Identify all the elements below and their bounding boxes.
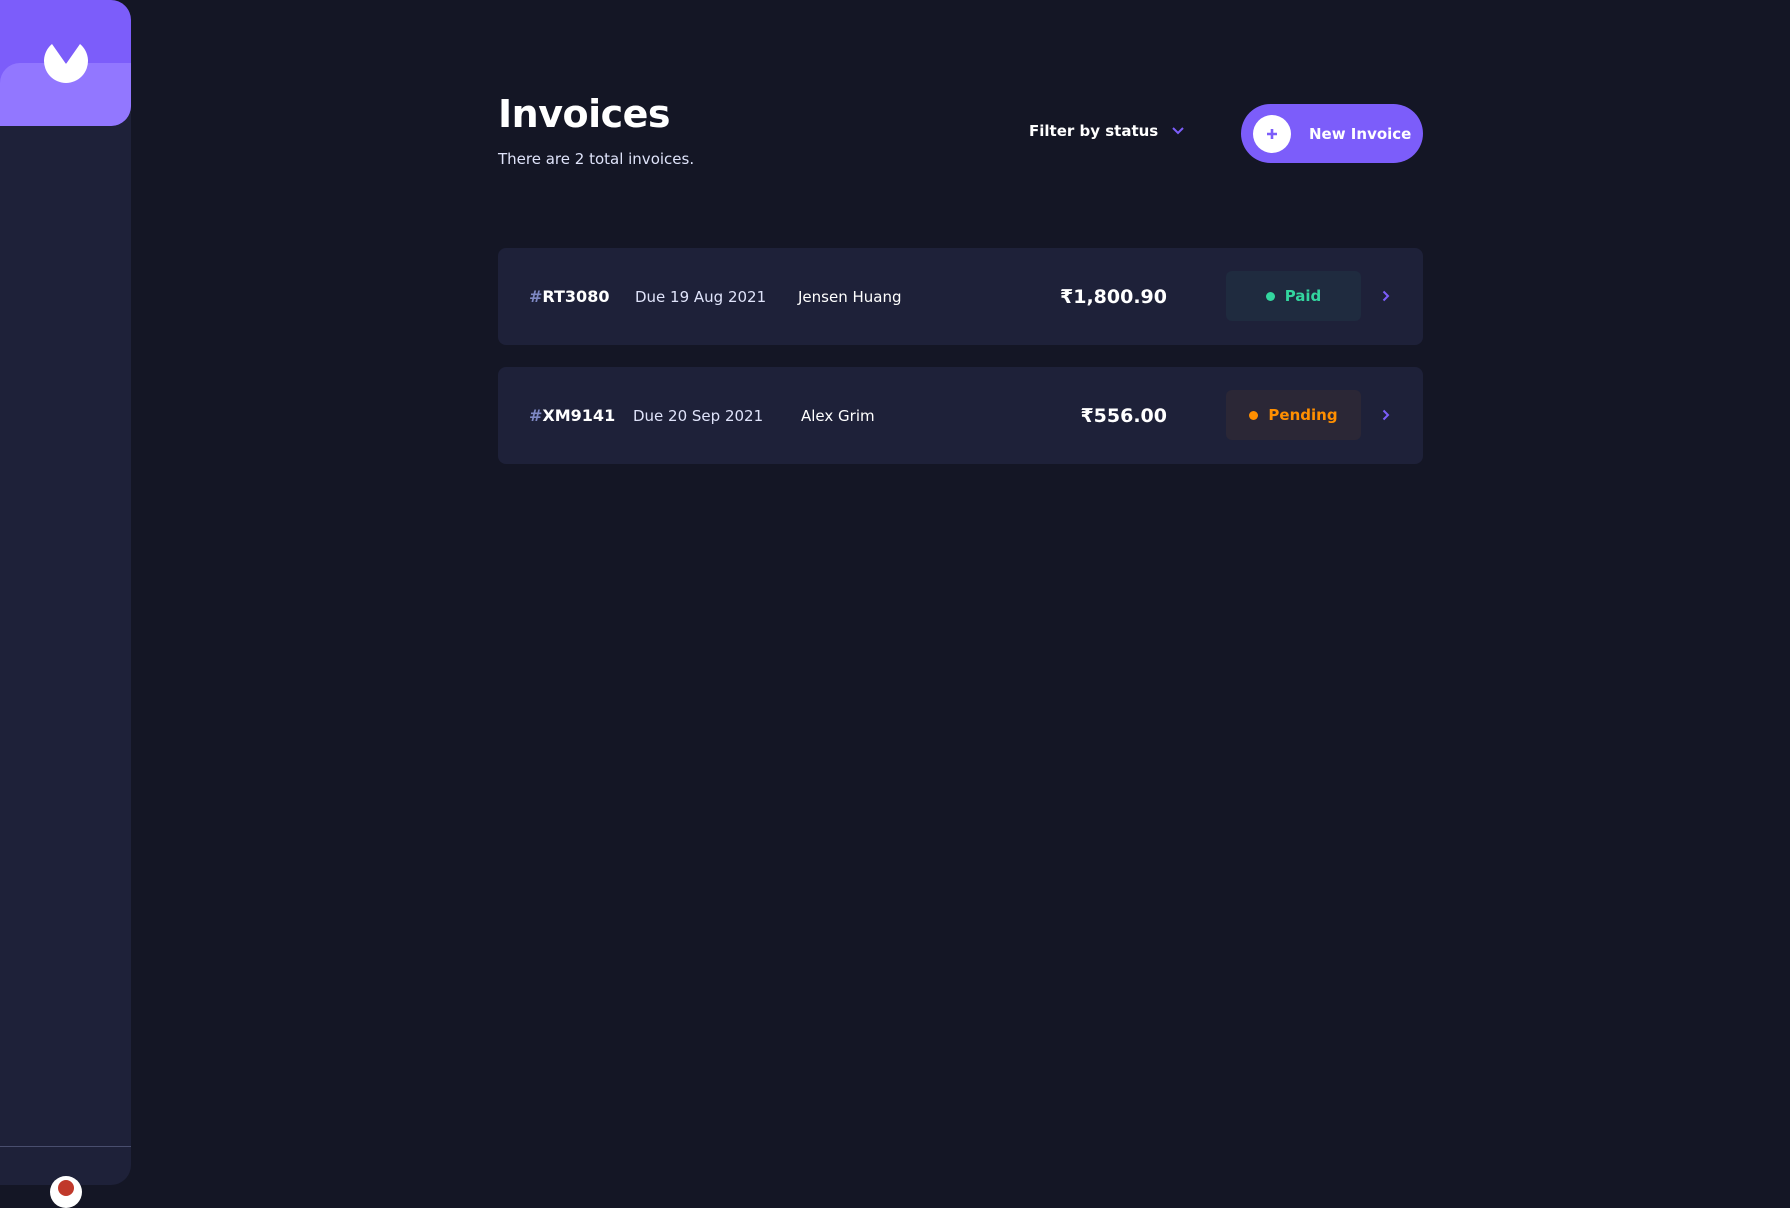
invoice-row[interactable]: # XM9141 Due 20 Sep 2021 Alex Grim ₹556.0… [498, 367, 1423, 464]
status-dot [1249, 410, 1259, 420]
status-label: Paid [1284, 287, 1322, 305]
invoice-id-value: XM9141 [542, 406, 616, 425]
invoice-id-hash: # [529, 287, 543, 306]
invoice-amount: ₹1,800.90 [1060, 285, 1167, 308]
avatar[interactable] [50, 1176, 82, 1208]
sidebar [0, 0, 131, 1208]
logo-icon [44, 44, 88, 83]
status-badge: Paid [1226, 271, 1361, 321]
status-label: Pending [1268, 406, 1338, 424]
invoice-client-name: Alex Grim [801, 406, 875, 425]
filter-by-status-dropdown[interactable]: Filter by status [1029, 122, 1184, 140]
app-logo[interactable] [0, 0, 131, 126]
status-dot [1265, 291, 1275, 301]
new-invoice-button[interactable]: New Invoice [1241, 104, 1423, 163]
invoice-id: # RT3080 [529, 248, 609, 345]
invoice-due-date: Due 19 Aug 2021 [635, 287, 767, 306]
invoice-due-date: Due 20 Sep 2021 [633, 406, 764, 425]
invoice-amount: ₹556.00 [1080, 404, 1167, 427]
invoice-id-hash: # [529, 406, 543, 425]
filter-label: Filter by status [1029, 122, 1159, 140]
sidebar-divider [0, 1146, 131, 1147]
plus-icon [1253, 114, 1291, 153]
invoice-row[interactable]: # RT3080 Due 19 Aug 2021 Jensen Huang ₹1,… [498, 248, 1423, 345]
chevron-down-icon [1172, 127, 1184, 135]
invoice-id-value: RT3080 [542, 287, 610, 306]
chevron-right-icon[interactable] [1382, 290, 1390, 302]
chevron-right-icon[interactable] [1382, 409, 1390, 421]
invoice-count-text: There are 2 total invoices. [498, 150, 695, 168]
invoice-id: # XM9141 [529, 367, 615, 464]
new-invoice-label: New Invoice [1309, 124, 1412, 143]
invoice-client-name: Jensen Huang [798, 287, 902, 306]
status-badge: Pending [1226, 390, 1361, 440]
page-title: Invoices [498, 92, 671, 136]
